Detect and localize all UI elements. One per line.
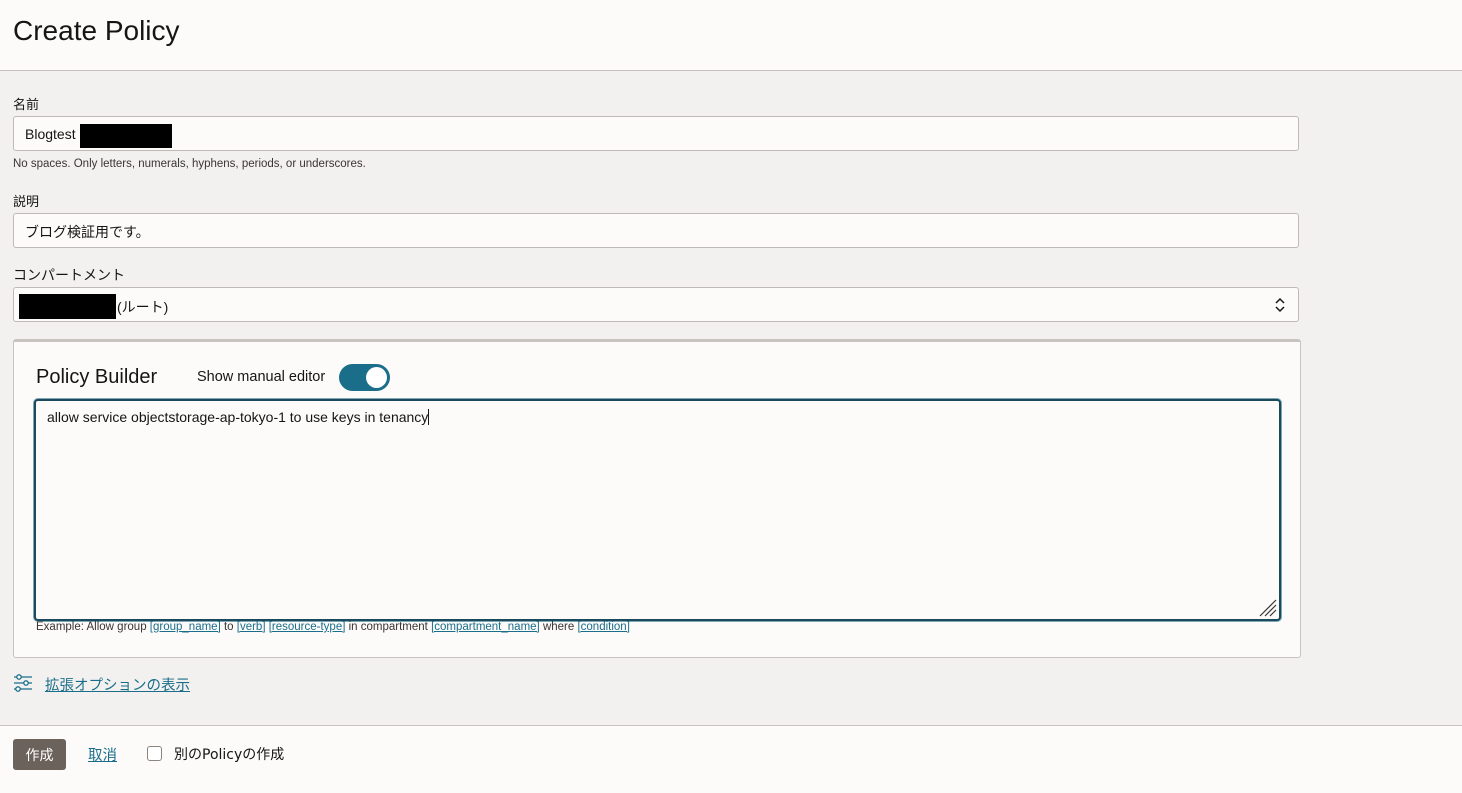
- create-another-checkbox[interactable]: [147, 746, 162, 761]
- create-button[interactable]: 作成: [13, 739, 66, 770]
- name-label: 名前: [13, 98, 40, 113]
- page-header: Create Policy: [0, 0, 1462, 71]
- example-prefix: Example: Allow group: [36, 621, 150, 633]
- description-input-value: ブログ検証用です。: [25, 224, 150, 240]
- create-another-label: 別のPolicyの作成: [174, 747, 285, 763]
- sliders-icon: [14, 674, 32, 692]
- compartment-label: コンパートメント: [13, 268, 125, 284]
- name-input[interactable]: Blogtest: [13, 116, 1299, 151]
- example-where: where: [539, 621, 578, 633]
- text-caret: [428, 409, 430, 425]
- policy-statement-editor[interactable]: allow service objectstorage-ap-tokyo-1 t…: [34, 399, 1281, 621]
- manual-editor-toggle-label: Show manual editor: [197, 369, 326, 385]
- example-to: to: [220, 621, 237, 633]
- example-verb-link[interactable]: [verb]: [237, 621, 266, 633]
- description-input[interactable]: ブログ検証用です。: [13, 213, 1299, 248]
- example-condition-link[interactable]: [condition]: [577, 621, 629, 633]
- name-hint: No spaces. Only letters, numerals, hyphe…: [13, 158, 366, 170]
- select-updown-icon: [1275, 297, 1285, 313]
- redacted-block: [19, 294, 116, 319]
- policy-builder-title: Policy Builder: [36, 366, 158, 388]
- policy-statement-text: allow service objectstorage-ap-tokyo-1 t…: [47, 409, 429, 425]
- resize-handle-icon[interactable]: [1257, 597, 1277, 617]
- cancel-link[interactable]: 取消: [88, 744, 117, 765]
- policy-example: Example: Allow group [group_name] to [ve…: [36, 621, 630, 633]
- redacted-block: [80, 124, 172, 148]
- show-advanced-options-label: 拡張オプションの表示: [45, 678, 190, 694]
- example-compartment-name-link[interactable]: [compartment_name]: [431, 621, 540, 633]
- example-group-name-link[interactable]: [group_name]: [150, 621, 221, 633]
- description-label: 説明: [13, 195, 40, 210]
- name-input-value: Blogtest: [25, 126, 76, 142]
- manual-editor-toggle[interactable]: [339, 364, 390, 391]
- page-title: Create Policy: [13, 15, 180, 46]
- toggle-knob: [366, 367, 387, 388]
- footer-bar: 作成 取消 別のPolicyの作成: [0, 725, 1462, 793]
- compartment-select[interactable]: (ルート): [13, 287, 1299, 322]
- policy-builder-panel: Policy Builder Show manual editor allow …: [13, 339, 1301, 658]
- example-in-compartment: in compartment: [345, 621, 432, 633]
- example-resource-type-link[interactable]: [resource-type]: [269, 621, 346, 633]
- compartment-select-value: (ルート): [117, 299, 169, 315]
